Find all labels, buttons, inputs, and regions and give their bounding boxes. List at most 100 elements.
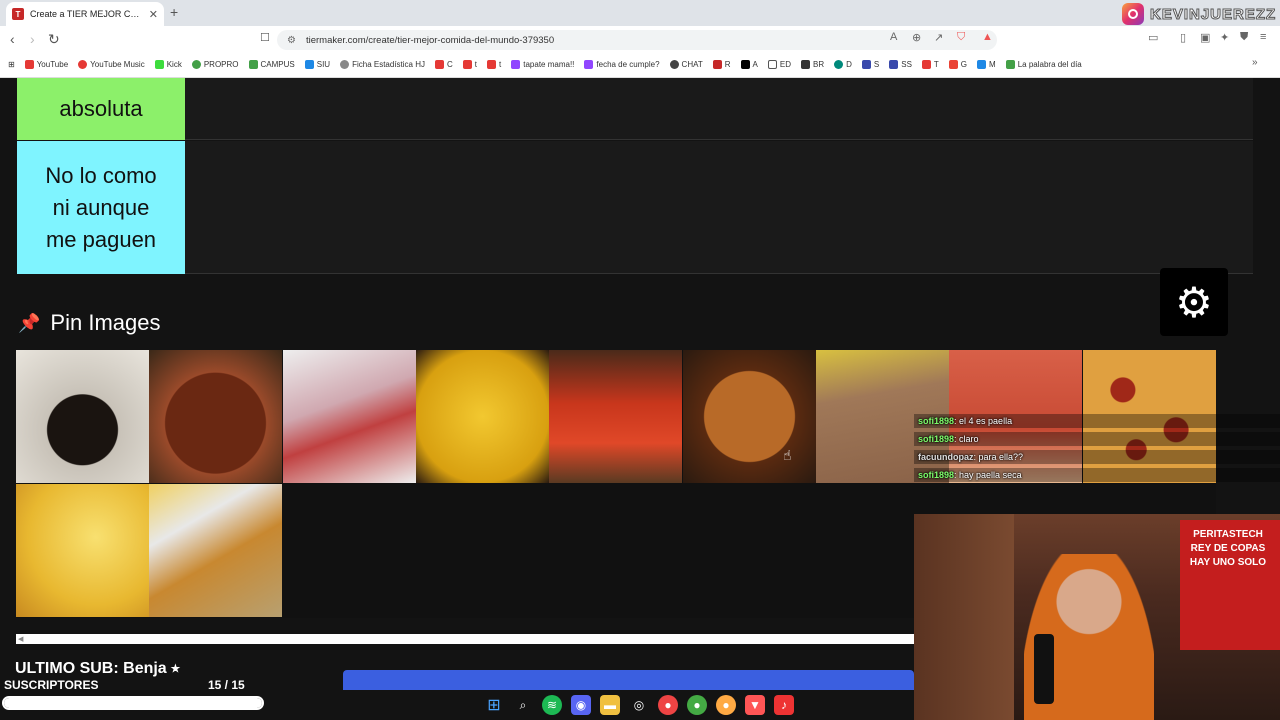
translate-icon[interactable]: A: [890, 31, 897, 43]
bookmark-chat[interactable]: CHAT: [669, 59, 703, 69]
share-icon[interactable]: ↗: [934, 31, 943, 44]
bookmark-s[interactable]: S: [861, 59, 879, 69]
red-icon: [921, 59, 931, 69]
extensions-icon[interactable]: ▯: [1180, 31, 1186, 44]
food-tile-milanesa[interactable]: [149, 484, 282, 617]
chatgpt-icon: [669, 59, 679, 69]
tier-label[interactable]: absoluta: [17, 78, 185, 140]
bookmark-palabra[interactable]: La palabra del día: [1005, 59, 1082, 69]
last-sub-text: ULTIMO SUB: Benja ⭑: [15, 660, 180, 677]
pushpin-icon: 📌: [18, 312, 41, 333]
bookmark-campus[interactable]: CAMPUS: [248, 59, 295, 69]
bookmark-propro[interactable]: PROPRO: [191, 59, 239, 69]
bookmark-fecha[interactable]: fecha de cumple?: [584, 59, 660, 69]
bookmark-kick[interactable]: Kick: [154, 59, 182, 69]
menu-icon[interactable]: ≡: [1260, 31, 1266, 43]
twitch-icon: [511, 59, 521, 69]
more-bookmarks-icon[interactable]: »: [1252, 57, 1258, 68]
bookmark-m[interactable]: M: [977, 59, 996, 69]
tier-row-no-lo-como: No lo como ni aunque me paguen: [17, 141, 1253, 274]
subs-count: 15 / 15: [208, 678, 245, 692]
bookmark-icon[interactable]: ☐: [260, 31, 270, 44]
obs-icon[interactable]: ◎: [629, 695, 649, 715]
subs-progress-bar: [2, 696, 264, 710]
bookmark-g[interactable]: G: [948, 59, 967, 69]
brave-icon[interactable]: ▼: [745, 695, 765, 715]
tier-label[interactable]: No lo como ni aunque me paguen: [17, 141, 185, 274]
scroll-left-icon[interactable]: ◀: [18, 635, 23, 643]
chrome-profile-2-icon[interactable]: ●: [716, 695, 736, 715]
instagram-handle: KEVINJUEREZZ: [1149, 5, 1277, 23]
bookmark-t2[interactable]: t: [487, 59, 501, 69]
leo-icon[interactable]: ✦: [1220, 31, 1229, 44]
bookmark-c[interactable]: C: [435, 59, 453, 69]
bookmark-ficha[interactable]: Ficha Estadística HJ: [340, 59, 425, 69]
brave-shield-icon[interactable]: ⛉: [957, 31, 965, 44]
twitch-icon: [584, 59, 594, 69]
tiktok-icon[interactable]: ♪: [774, 695, 794, 715]
apps-grid-icon[interactable]: ⊞: [8, 60, 15, 69]
red-icon: [712, 59, 722, 69]
youtube-icon: [487, 59, 497, 69]
x-icon: [740, 59, 750, 69]
windows-start-icon[interactable]: ⊞: [484, 695, 504, 715]
chrome-profile-icon[interactable]: ●: [687, 695, 707, 715]
discord-icon[interactable]: ◉: [571, 695, 591, 715]
food-tile-snails[interactable]: [149, 350, 282, 483]
food-tile-pineapple-pizza[interactable]: [16, 484, 149, 617]
close-tab-icon[interactable]: ✕: [149, 8, 158, 21]
tier-drop-zone[interactable]: [185, 141, 1253, 273]
horizontal-scrollbar[interactable]: ◀: [16, 634, 914, 644]
food-tile-gazpacho[interactable]: [549, 350, 682, 483]
food-tile-roast-chicken[interactable]: [683, 350, 816, 483]
campus-icon: [248, 59, 258, 69]
search-icon[interactable]: ⌕: [513, 695, 533, 715]
new-tab-button[interactable]: +: [170, 4, 178, 20]
back-arrow-icon[interactable]: ‹: [10, 31, 15, 47]
bookmark-t1[interactable]: t: [462, 59, 477, 69]
tab-title: Create a TIER MEJOR COMIDA D: [30, 9, 143, 19]
windows-taskbar: ⊞ ⌕ ≋ ◉ ▬ ◎ ● ● ● ▼ ♪: [470, 690, 810, 720]
file-explorer-icon[interactable]: ▬: [600, 695, 620, 715]
settings-gear-icon[interactable]: ⚙: [1160, 268, 1228, 336]
bookmark-t3[interactable]: T: [921, 59, 939, 69]
blue-icon: [861, 59, 871, 69]
github-icon: [800, 59, 810, 69]
chat-message: sofi1898: el 4 es paella: [914, 414, 1280, 428]
food-tile-ham-rolls[interactable]: [283, 350, 416, 483]
vpn-icon[interactable]: ⛊: [1240, 31, 1248, 44]
food-tile-bat-soup[interactable]: [16, 350, 149, 483]
bookmark-d[interactable]: D: [834, 59, 852, 69]
subs-progress-fill: [4, 698, 262, 708]
wall-flag-text: PERITASTECH REY DE COPAS HAY UNO SOLO: [1189, 529, 1267, 568]
chrome-icon[interactable]: ●: [658, 695, 678, 715]
bookmark-ss[interactable]: SS: [889, 59, 912, 69]
tiermaker-favicon-icon: T: [12, 8, 24, 20]
wallet-icon[interactable]: ▣: [1200, 31, 1210, 44]
bookmark-tapate[interactable]: tapate mama!!: [511, 59, 574, 69]
bookmark-ed[interactable]: ED: [767, 59, 791, 69]
bookmark-siu[interactable]: SIU: [304, 59, 330, 69]
bookmark-youtube-music[interactable]: YouTube Music: [78, 59, 145, 69]
site-info-icon[interactable]: ⚙: [287, 35, 296, 46]
green-icon: [1005, 59, 1015, 69]
reload-icon[interactable]: ↻: [48, 31, 60, 48]
sidebar-icon[interactable]: ▭: [1148, 31, 1158, 44]
bookmark-youtube[interactable]: YouTube: [24, 59, 68, 69]
brave-rewards-icon[interactable]: ▲: [982, 31, 993, 43]
folder-icon: [767, 59, 777, 69]
zoom-icon[interactable]: ⊕: [912, 31, 921, 44]
webcam-overlay: PERITASTECH REY DE COPAS HAY UNO SOLO: [914, 514, 1280, 720]
food-tile-pasta[interactable]: [416, 350, 549, 483]
spotify-icon[interactable]: ≋: [542, 695, 562, 715]
tier-drop-zone[interactable]: [185, 78, 1253, 139]
red-icon: [435, 59, 444, 69]
address-bar[interactable]: ⚙ tiermaker.com/create/tier-mejor-comida…: [277, 30, 997, 50]
forward-arrow-icon[interactable]: ›: [30, 31, 35, 47]
chat-message: sofi1898: claro: [914, 432, 1280, 446]
tier-row-absoluta: absoluta: [17, 78, 1253, 140]
tab-tiermaker[interactable]: T Create a TIER MEJOR COMIDA D ✕: [6, 2, 164, 26]
bookmark-r[interactable]: R: [712, 59, 731, 69]
bookmark-br[interactable]: BR: [800, 59, 824, 69]
bookmark-a[interactable]: A: [740, 59, 758, 69]
